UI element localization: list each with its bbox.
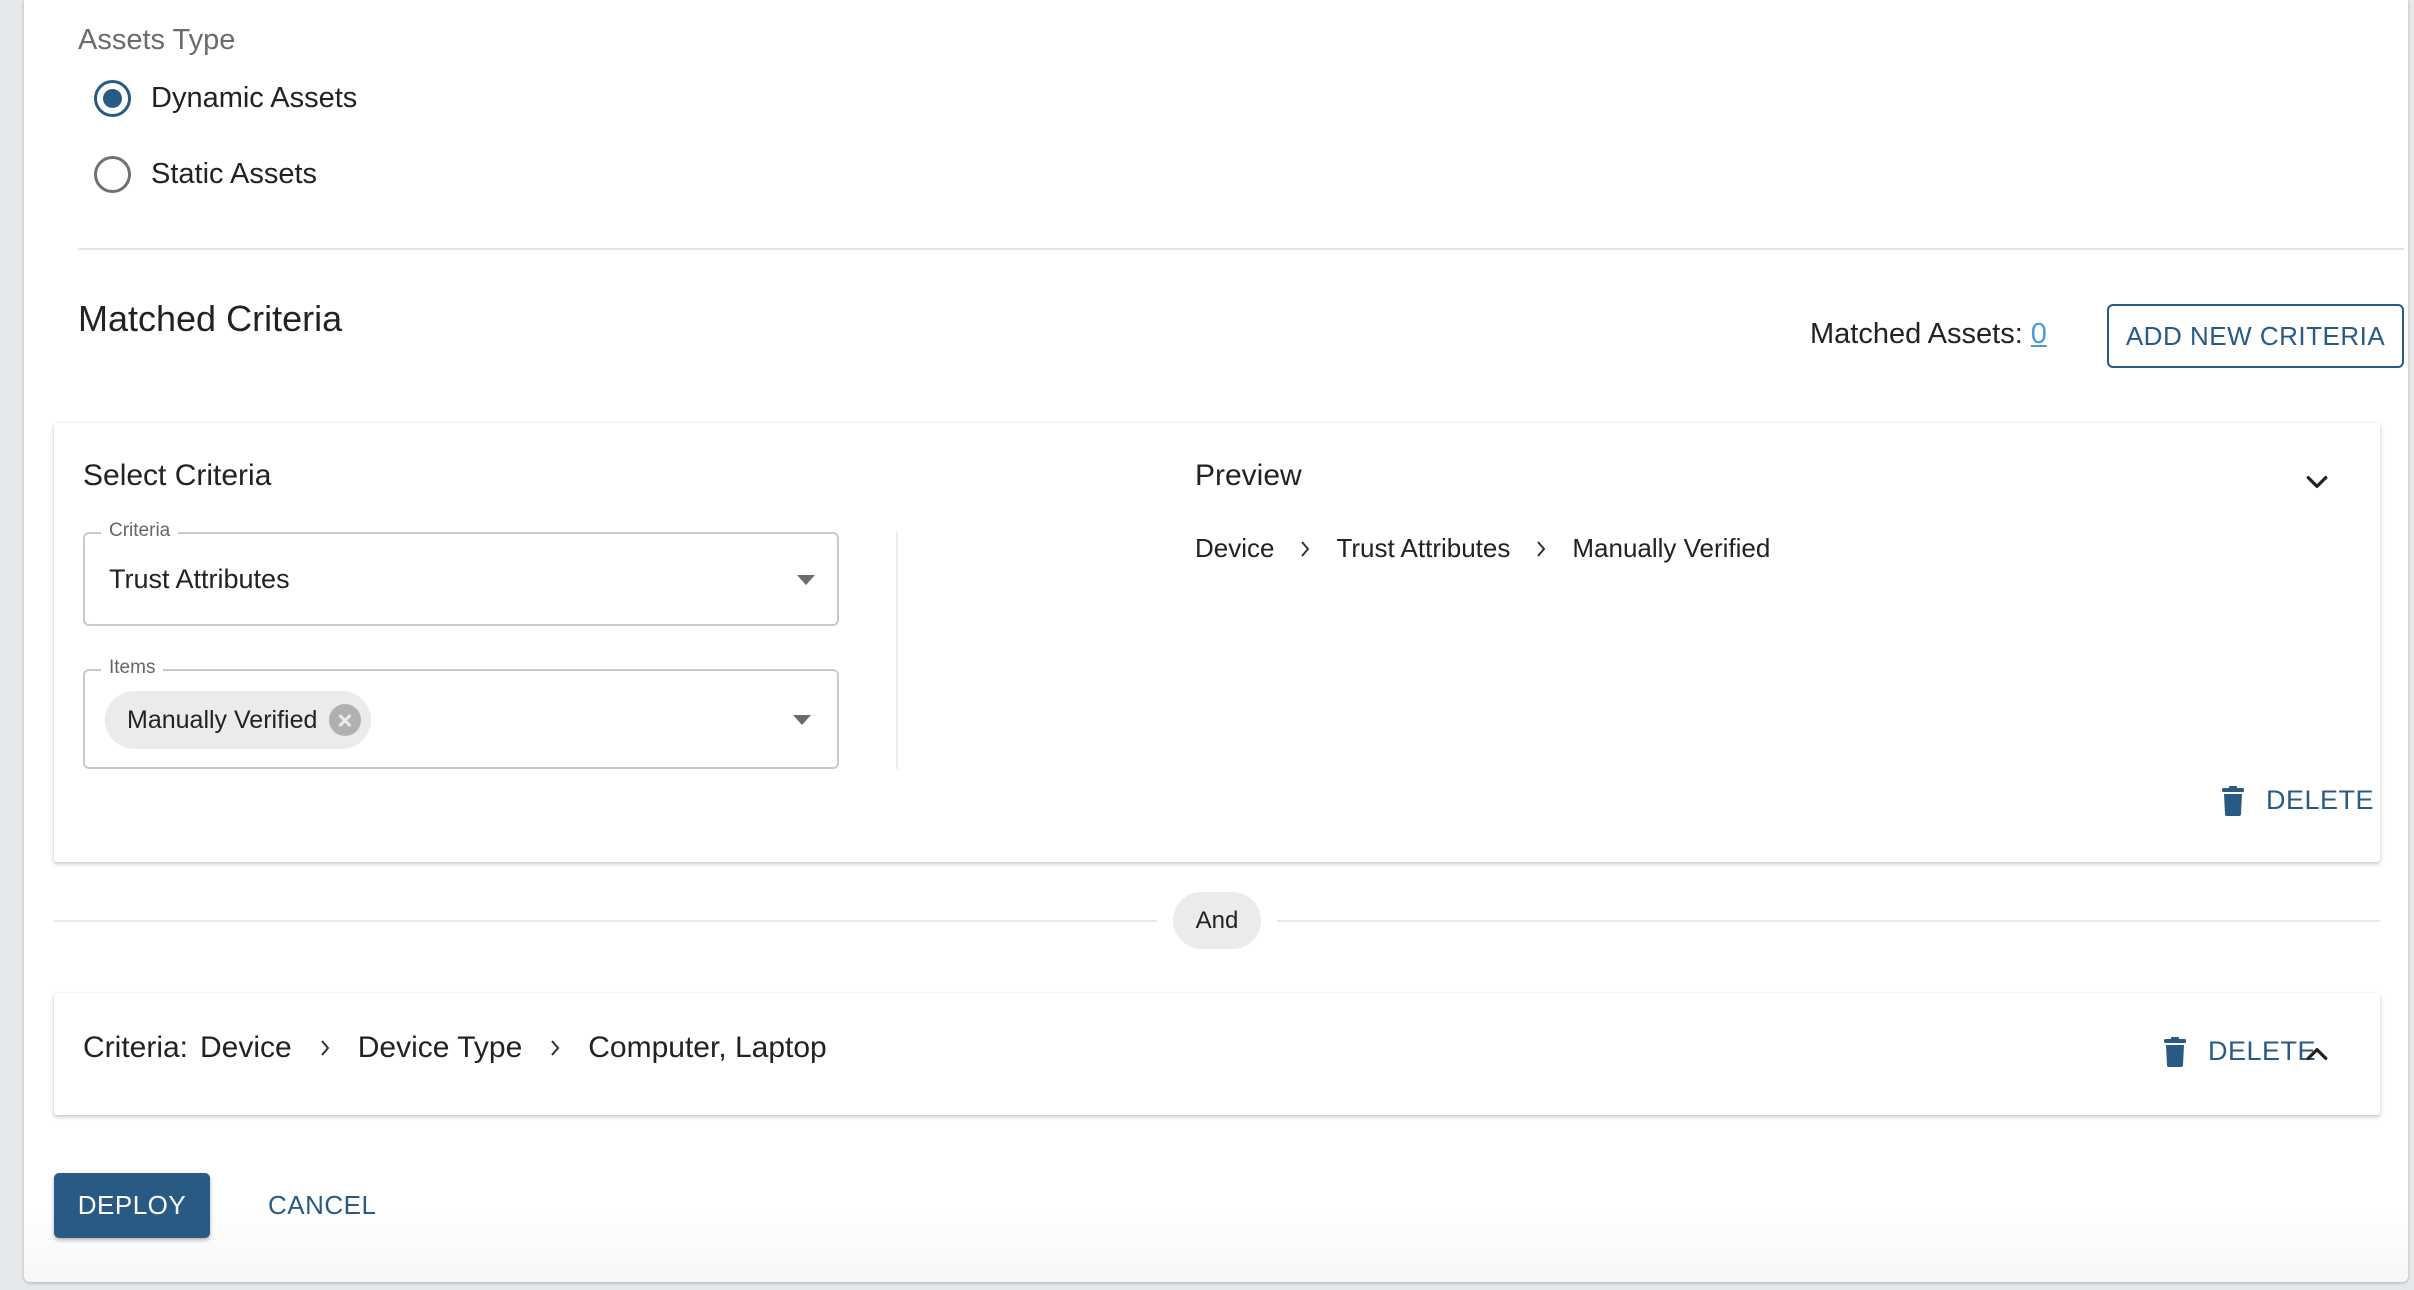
delete-criteria-button[interactable]: DELETE <box>2164 1036 2316 1067</box>
preview-breadcrumb: Device Trust Attributes Manually Verifie… <box>1195 533 1770 564</box>
radio-label: Dynamic Assets <box>151 82 358 114</box>
matched-criteria-title: Matched Criteria <box>78 298 343 339</box>
criteria-field-label: Criteria <box>101 520 179 542</box>
chevron-right-icon <box>320 1040 330 1056</box>
criteria-summary-prefix: Criteria: <box>83 1031 189 1064</box>
chevron-right-icon <box>551 1040 560 1056</box>
delete-label: DELETE <box>2208 1036 2317 1066</box>
select-criteria-title: Select Criteria <box>83 459 272 492</box>
vertical-divider <box>896 532 898 769</box>
radio-checked-icon[interactable] <box>94 80 131 117</box>
delete-label: DELETE <box>2266 785 2375 815</box>
breadcrumb-item: Manually Verified <box>1572 533 1771 563</box>
breadcrumb-item: Device <box>200 1031 292 1064</box>
radio-label: Static Assets <box>151 158 318 190</box>
items-field-label: Items <box>101 657 164 679</box>
cancel-circle-icon[interactable] <box>329 704 362 736</box>
criteria-card-collapsed: Criteria: Device Device Type Computer, L… <box>54 993 2380 1115</box>
radio-unchecked-icon[interactable] <box>94 156 131 193</box>
breadcrumb-item: Computer, Laptop <box>588 1031 827 1064</box>
chip-label: Manually Verified <box>127 705 318 734</box>
caret-down-icon[interactable] <box>797 575 815 585</box>
add-new-criteria-button[interactable]: ADD NEW CRITERIA <box>2107 304 2404 368</box>
preview-title: Preview <box>1195 459 1302 492</box>
section-divider <box>78 248 2404 250</box>
criteria-field-value: Trust Attributes <box>109 564 290 594</box>
breadcrumb-item: Device Type <box>357 1031 523 1064</box>
criteria-card-expanded: Select Criteria Criteria Trust Attribute… <box>54 423 2380 862</box>
chevron-up-icon[interactable] <box>2302 1039 2332 1069</box>
chevron-down-icon[interactable] <box>2302 467 2332 497</box>
items-multiselect[interactable]: Items Manually Verified <box>83 657 839 769</box>
deploy-button[interactable]: DEPLOY <box>54 1173 210 1238</box>
trash-icon <box>2164 1036 2186 1067</box>
chevron-right-icon <box>1301 540 1310 557</box>
criteria-select[interactable]: Criteria Trust Attributes <box>83 520 839 626</box>
asset-group-form-panel: Assets Type Dynamic Assets Static Assets… <box>24 0 2408 1282</box>
matched-assets-count-link[interactable]: 0 <box>2031 318 2047 350</box>
chevron-right-icon <box>1537 540 1546 557</box>
matched-assets-summary: Matched Assets: 0 <box>1810 318 2047 351</box>
criteria-summary: Criteria: Device Device Type Computer, L… <box>83 1031 827 1065</box>
trash-icon <box>2222 785 2244 816</box>
item-chip: Manually Verified <box>105 691 372 749</box>
caret-down-icon[interactable] <box>793 715 811 725</box>
breadcrumb-item: Trust Attributes <box>1336 533 1511 563</box>
and-connector-chip: And <box>1173 892 1261 949</box>
assets-type-label: Assets Type <box>78 24 236 56</box>
radio-dynamic-assets[interactable]: Dynamic Assets <box>94 80 357 117</box>
radio-static-assets[interactable]: Static Assets <box>94 156 317 193</box>
breadcrumb-item: Device <box>1195 533 1275 563</box>
cancel-button[interactable]: CANCEL <box>250 1173 394 1238</box>
delete-criteria-button[interactable]: DELETE <box>2222 785 2374 816</box>
matched-assets-label: Matched Assets: <box>1810 318 2023 350</box>
